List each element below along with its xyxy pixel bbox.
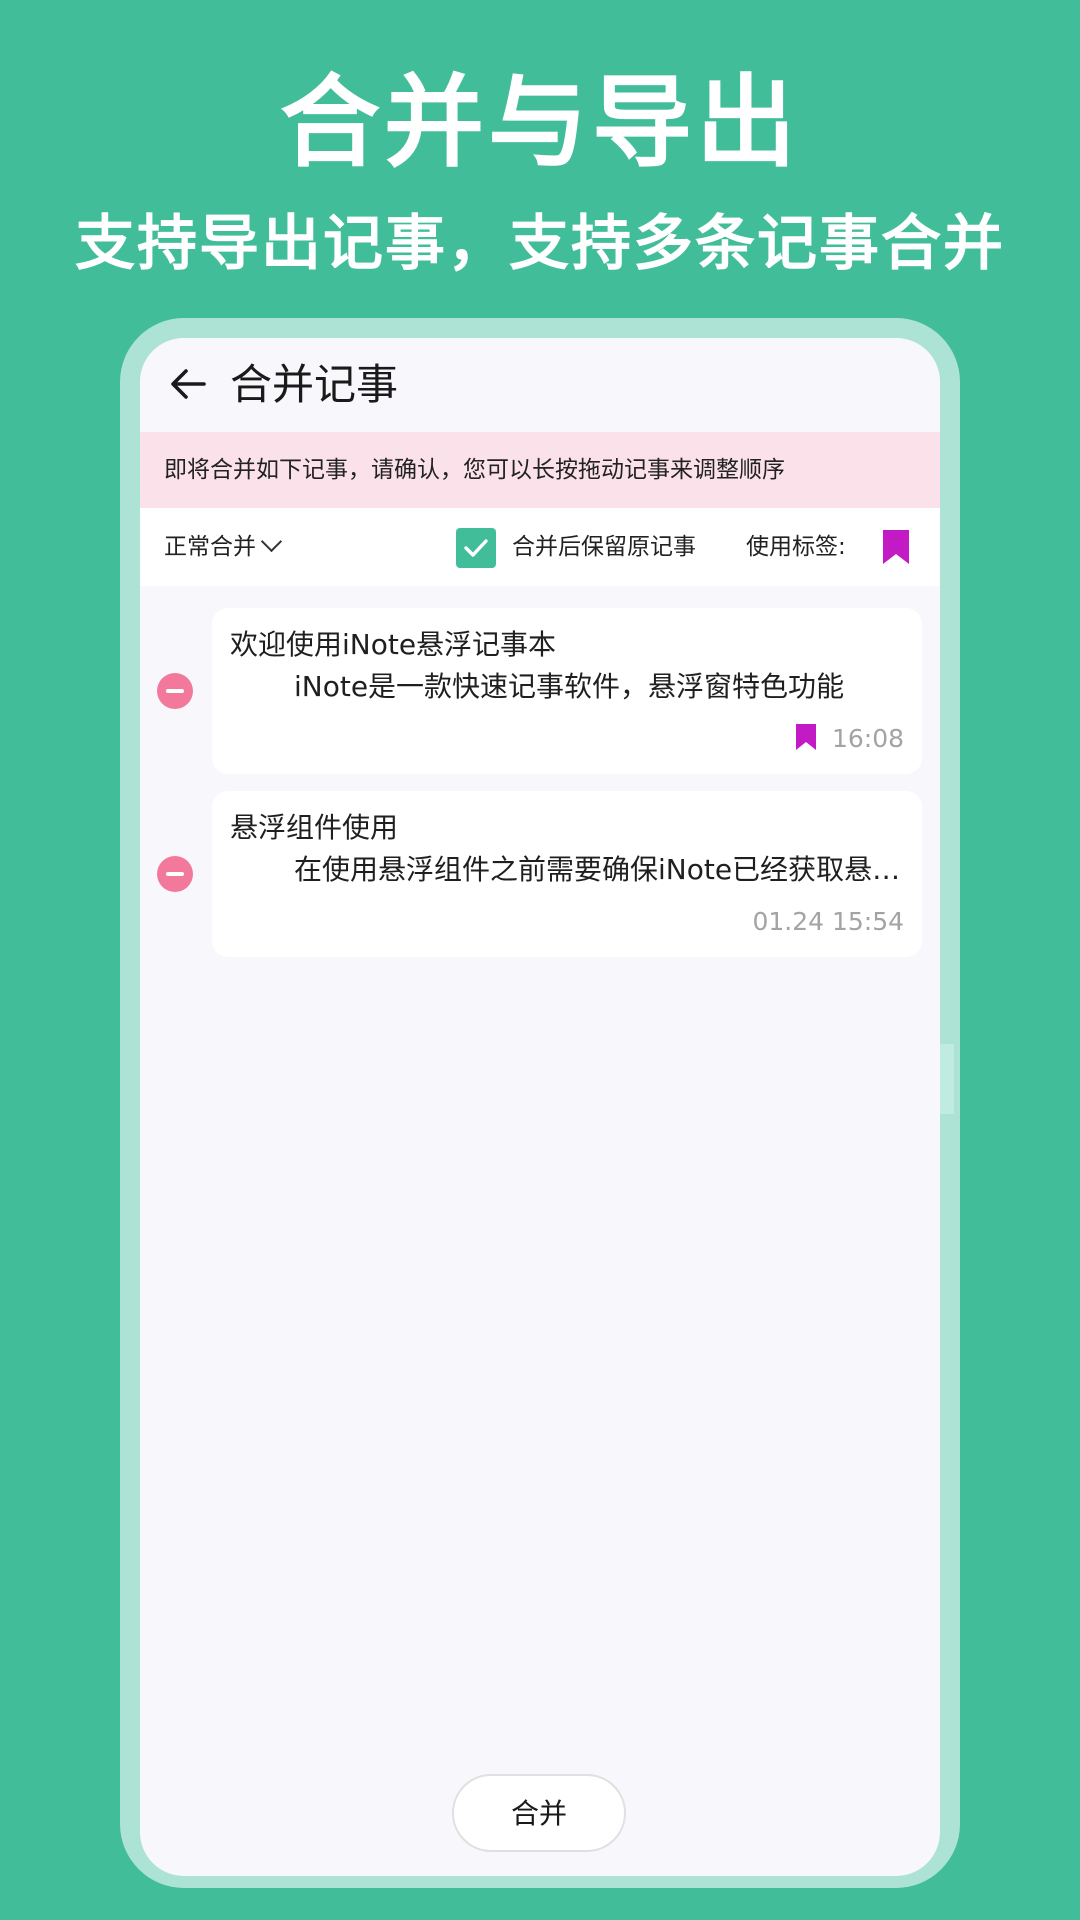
bookmark-tag-icon <box>794 722 818 756</box>
note-card[interactable]: 悬浮组件使用 在使用悬浮组件之前需要确保iNote已经获取悬浮窗权限 01.24… <box>212 791 922 957</box>
checkmark-icon <box>464 539 488 557</box>
note-card[interactable]: 欢迎使用iNote悬浮记事本 iNote是一款快速记事软件，悬浮窗特色功能 16… <box>212 608 922 774</box>
remove-note-button[interactable] <box>157 673 193 709</box>
promo-title: 合并与导出 <box>280 64 800 181</box>
merge-mode-dropdown[interactable]: 正常合并 <box>164 508 283 586</box>
arrow-left-icon[interactable] <box>166 362 210 406</box>
note-time: 16:08 <box>831 724 904 753</box>
note-title: 欢迎使用iNote悬浮记事本 <box>230 628 557 661</box>
merge-button[interactable]: 合并 <box>452 1774 626 1852</box>
page-title: 合并记事 <box>230 360 399 409</box>
app-screen: 合并记事 即将合并如下记事，请确认，您可以长按拖动记事来调整顺序 正常合并 合并… <box>140 338 940 1876</box>
note-preview: 在使用悬浮组件之前需要确保iNote已经获取悬浮窗权限 <box>294 853 914 886</box>
app-bar: 合并记事 <box>140 338 940 432</box>
use-tag-label: 使用标签: <box>746 534 846 560</box>
merge-mode-label: 正常合并 <box>164 534 256 560</box>
chevron-down-icon <box>260 530 283 553</box>
note-preview: iNote是一款快速记事软件，悬浮窗特色功能 <box>294 670 845 703</box>
bookmark-tag-icon[interactable] <box>880 528 912 570</box>
promo-subtitle: 支持导出记事，支持多条记事合并 <box>75 209 1005 279</box>
keep-original-checkbox[interactable] <box>456 528 496 568</box>
merge-options-bar: 正常合并 合并后保留原记事 使用标签: <box>140 508 940 586</box>
merge-notice: 即将合并如下记事，请确认，您可以长按拖动记事来调整顺序 <box>140 432 940 508</box>
keep-original-label[interactable]: 合并后保留原记事 <box>512 508 696 586</box>
note-time: 01.24 15:54 <box>752 907 904 936</box>
note-title: 悬浮组件使用 <box>230 811 399 844</box>
remove-note-button[interactable] <box>157 856 193 892</box>
